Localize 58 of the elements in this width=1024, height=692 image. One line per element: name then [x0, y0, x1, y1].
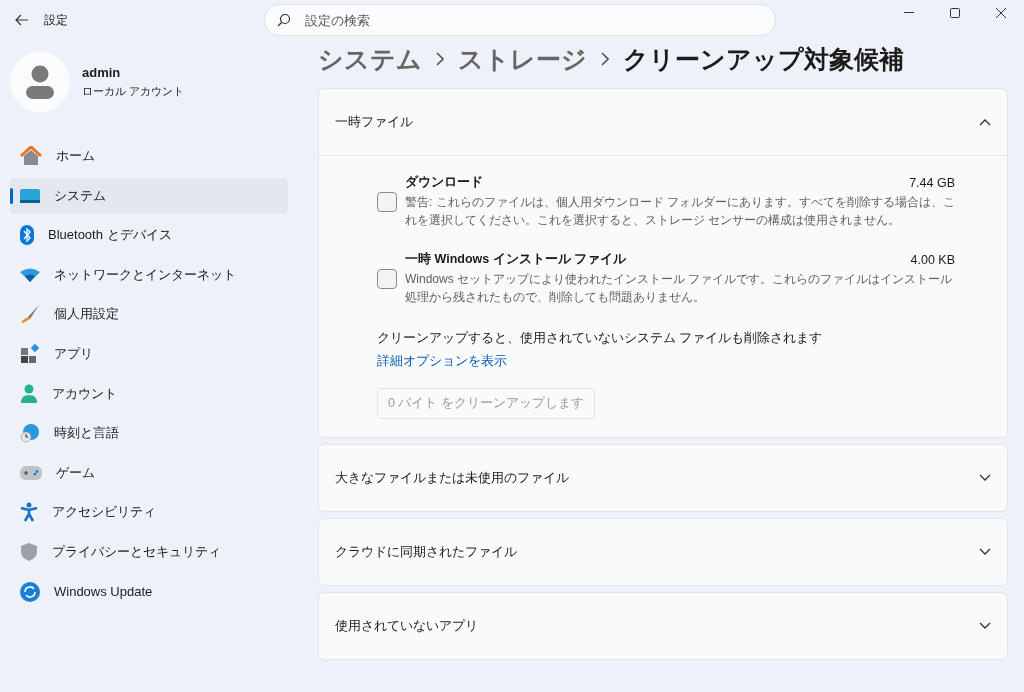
person-silhouette-icon	[25, 65, 55, 99]
breadcrumb-item[interactable]: システム	[318, 42, 422, 76]
minimize-icon	[904, 12, 914, 14]
nav-item[interactable]: 時刻と言語	[10, 415, 288, 452]
nav-item[interactable]: プライバシーとセキュリティ	[10, 533, 288, 570]
nav-item[interactable]: 個人用設定	[10, 296, 288, 333]
chevron-right-icon	[601, 52, 609, 66]
search-icon	[277, 13, 291, 27]
chevron-down-icon	[979, 622, 991, 630]
account-type: ローカル アカウント	[82, 84, 185, 99]
monitor-icon	[20, 188, 40, 203]
accessibility-icon	[20, 502, 38, 523]
app-title: 設定	[44, 11, 68, 29]
apps-icon	[20, 343, 40, 364]
search-field[interactable]: 設定の検索	[303, 11, 775, 29]
shield-icon	[20, 541, 38, 562]
section-header[interactable]: 一時ファイル	[319, 89, 1007, 155]
bluetooth-icon	[20, 225, 34, 246]
cleanup-note: クリーンアップすると、使用されていないシステム ファイルも削除されます	[377, 330, 824, 347]
section-header[interactable]: 使用されていないアプリ	[319, 593, 1007, 659]
selection-indicator	[10, 187, 13, 204]
nav-item[interactable]: アクセシビリティ	[10, 494, 288, 531]
chevron-down-icon	[979, 548, 991, 556]
breadcrumb-item: クリーンアップ対象候補	[623, 43, 904, 75]
maximize-icon	[950, 8, 960, 18]
chevron-right-icon	[436, 52, 444, 66]
globe-clock-icon	[20, 423, 40, 444]
person-icon	[20, 383, 38, 404]
file-description: Windows セットアップにより使われたインストール ファイルです。これらのファイルはインストール処理から残されたもので、削除しても問題ありません。	[405, 271, 954, 306]
nav-item[interactable]: ネットワークとインターネット	[10, 256, 288, 293]
checkbox[interactable]	[377, 268, 397, 289]
checkbox[interactable]	[377, 191, 397, 212]
wifi-icon	[20, 267, 40, 282]
file-name: 一時 Windows インストール ファイル	[405, 251, 628, 268]
file-size: 7.44 GB	[909, 175, 955, 190]
nav-item[interactable]: Bluetooth とデバイス	[10, 217, 288, 254]
gamepad-icon	[20, 465, 42, 480]
nav-item[interactable]: Windows Update	[10, 573, 288, 610]
breadcrumb-item[interactable]: ストレージ	[458, 42, 587, 76]
user-name: admin	[82, 65, 122, 80]
nav-item[interactable]: アプリ	[10, 335, 288, 372]
nav-item[interactable]: ゲーム	[10, 454, 288, 491]
nav-item[interactable]: アカウント	[10, 375, 288, 412]
nav-item[interactable]: ホーム	[10, 138, 288, 174]
sync-icon	[20, 581, 40, 602]
advanced-options-link[interactable]: 詳細オプションを表示	[377, 353, 507, 370]
chevron-down-icon	[979, 474, 991, 482]
section-header[interactable]: 大きなファイルまたは未使用のファイル	[319, 445, 1007, 511]
file-description: 警告: これらのファイルは、個人用ダウンロード フォルダーにあります。すべてを削除する場合は、これを選択してください。これを選択すると、ストレージ センサーの構成は使用されません。	[405, 194, 955, 229]
file-name: ダウンロード	[405, 174, 484, 191]
file-size: 4.00 KB	[910, 252, 955, 267]
chevron-up-icon	[979, 118, 991, 126]
search-box[interactable]: 設定の検索	[264, 4, 776, 36]
back-arrow-icon	[15, 14, 29, 26]
house-icon	[20, 146, 42, 166]
section-header[interactable]: クラウドに同期されたファイル	[319, 519, 1007, 585]
nav-item[interactable]: システム	[10, 177, 288, 214]
close-icon	[996, 8, 1006, 18]
